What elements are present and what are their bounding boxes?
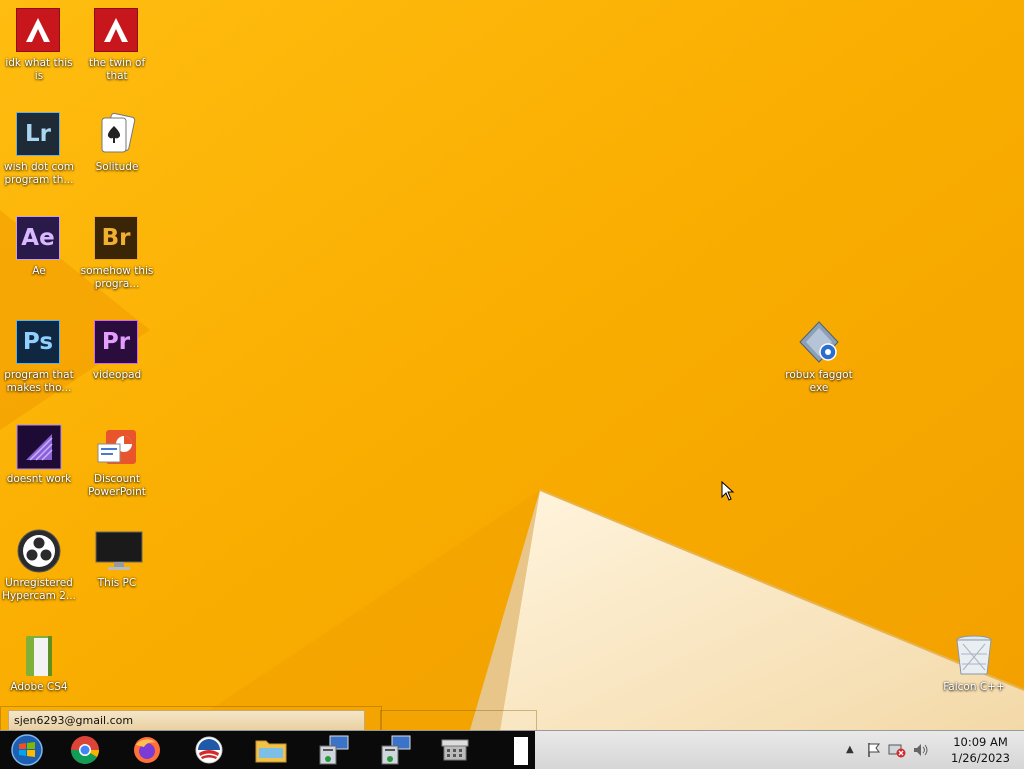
desktop-icon-lightroom[interactable]: Lr wish dot com program th... xyxy=(0,112,78,187)
network-computer-icon xyxy=(381,735,411,765)
desktop-icon-obs[interactable]: Unregistered Hypercam 2... xyxy=(0,528,78,603)
taskbar-cash-register-app[interactable] xyxy=(428,733,482,767)
icon-label: doesnt work xyxy=(6,473,72,485)
desktop-icon-powerpoint[interactable]: Discount PowerPoint xyxy=(78,424,156,499)
icon-label: Falcon C++ xyxy=(943,681,1005,693)
desktop-icon-premiere[interactable]: Pr videopad xyxy=(78,320,156,382)
bridge-icon: Br xyxy=(94,216,140,262)
desktop-icon-solitaire[interactable]: Solitude xyxy=(78,112,156,174)
clock-date: 1/26/2023 xyxy=(951,751,1010,765)
desktop-icon-recycle-bin[interactable]: Falcon C++ xyxy=(935,632,1013,694)
adobe-acrobat-icon xyxy=(16,8,62,54)
desktop-icon-media-encoder[interactable]: doesnt work xyxy=(0,424,78,486)
firefox-icon xyxy=(134,737,160,763)
email-tooltip: sjen6293@gmail.com xyxy=(8,710,365,732)
action-center-flag-icon[interactable] xyxy=(866,742,882,762)
mouse-cursor-icon xyxy=(721,480,735,505)
icon-label: program that makes tho... xyxy=(4,369,74,394)
desktop-icon-pdf-app-2[interactable]: the twin of that xyxy=(78,8,156,83)
folder-icon xyxy=(16,632,62,678)
taskbar-clock[interactable]: 10:09 AM 1/26/2023 xyxy=(951,734,1010,766)
start-button[interactable] xyxy=(0,733,54,767)
icon-label: Adobe CS4 xyxy=(10,681,68,693)
volume-icon[interactable] xyxy=(912,742,930,762)
executable-icon xyxy=(796,320,842,366)
system-tray: ▲ 10:09 AM 1/26/2023 xyxy=(824,731,1024,769)
taskbar-blank-item[interactable] xyxy=(514,737,528,765)
after-effects-icon: Ae xyxy=(16,216,62,262)
icon-label: wish dot com program th... xyxy=(4,161,74,186)
icon-label: Discount PowerPoint xyxy=(88,473,146,498)
icon-label: the twin of that xyxy=(88,57,146,82)
media-encoder-icon xyxy=(16,424,62,470)
icon-label: idk what this is xyxy=(5,57,73,82)
icon-label: Unregistered Hypercam 2... xyxy=(2,577,76,602)
premiere-icon: Pr xyxy=(94,320,140,366)
icon-label: somehow this progra... xyxy=(80,265,154,290)
desktop-icon-adobe-cs4[interactable]: Adobe CS4 xyxy=(0,632,78,694)
taskbar-chrome[interactable] xyxy=(58,733,112,767)
desktop-icon-after-effects[interactable]: Ae Ae xyxy=(0,216,78,278)
ghost-window-outline xyxy=(380,710,537,732)
taskbar-firefox[interactable] xyxy=(120,733,174,767)
show-hidden-icons-chevron-icon[interactable]: ▲ xyxy=(846,744,854,755)
icon-label: This PC xyxy=(97,577,137,589)
icon-label: videopad xyxy=(92,369,142,381)
chrome-icon xyxy=(71,736,99,764)
solitaire-cards-icon xyxy=(94,112,140,158)
taskbar-network-app-1[interactable] xyxy=(306,733,360,767)
powerpoint-icon xyxy=(94,424,140,470)
email-text: sjen6293@gmail.com xyxy=(14,714,134,727)
photoshop-icon: Ps xyxy=(16,320,62,366)
lightroom-icon: Lr xyxy=(16,112,62,158)
taskbar-obama-app[interactable] xyxy=(182,733,236,767)
cash-register-icon xyxy=(441,739,469,761)
network-error-icon[interactable] xyxy=(888,742,906,762)
clock-time: 10:09 AM xyxy=(953,735,1008,749)
desktop-icon-bridge[interactable]: Br somehow this progra... xyxy=(78,216,156,291)
adobe-acrobat-icon xyxy=(94,8,140,54)
icon-label: robux faggot exe xyxy=(785,369,853,394)
taskbar-network-app-2[interactable] xyxy=(368,733,422,767)
desktop-icon-robux-exe[interactable]: robux faggot exe xyxy=(780,320,858,395)
network-computer-icon xyxy=(319,735,349,765)
obs-icon xyxy=(16,528,62,574)
obama-logo-icon xyxy=(195,736,223,764)
icon-label: Ae xyxy=(32,265,46,277)
recycle-bin-icon xyxy=(951,632,997,678)
desktop-icon-pdf-app-1[interactable]: idk what this is xyxy=(0,8,78,83)
taskbar: ▲ 10:09 AM 1/26/2023 xyxy=(0,730,1024,769)
desktop-icon-this-pc[interactable]: This PC xyxy=(78,528,156,590)
taskbar-file-explorer[interactable] xyxy=(244,733,298,767)
desktop-icon-photoshop[interactable]: Ps program that makes tho... xyxy=(0,320,78,395)
icon-label: Solitude xyxy=(95,161,139,173)
folder-icon xyxy=(255,740,287,763)
monitor-icon xyxy=(94,528,143,574)
